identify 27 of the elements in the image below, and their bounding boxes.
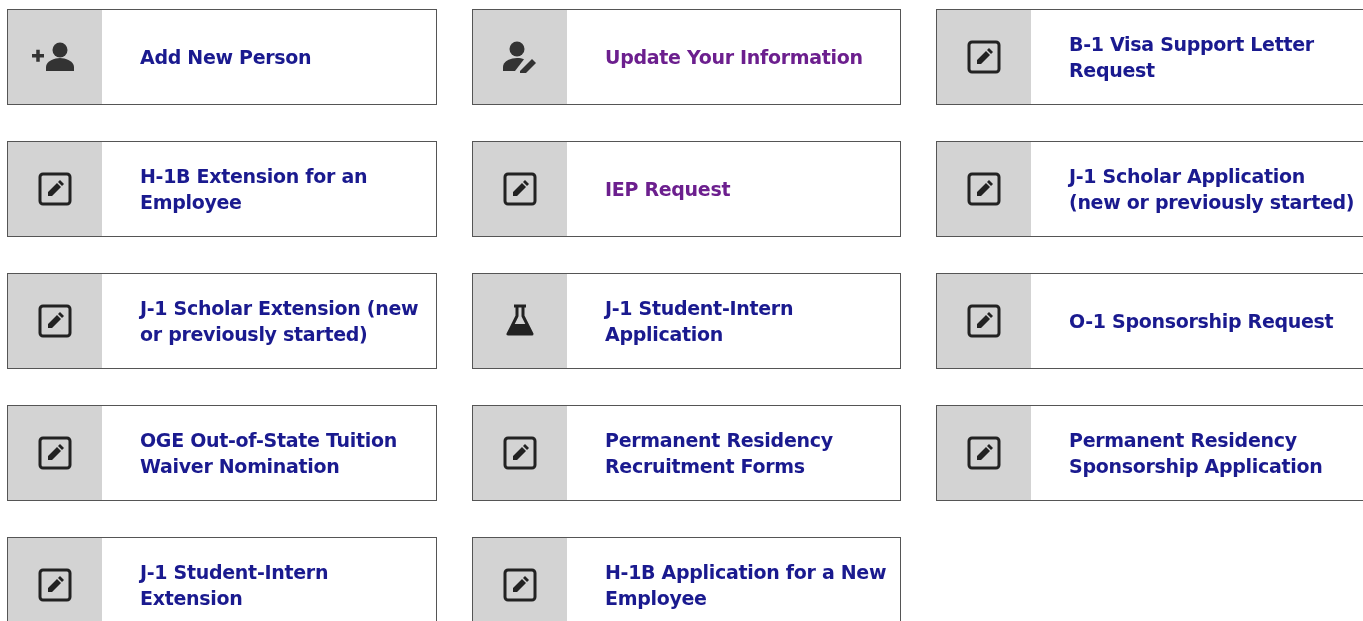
flask-icon (505, 304, 535, 338)
form-link-tile[interactable]: J-1 Scholar Extension (new or previously started) (7, 273, 437, 369)
form-link-tile[interactable]: Permanent Residency Sponsorship Application (936, 405, 1363, 501)
edit-icon (503, 436, 537, 470)
form-link-tile[interactable]: Permanent Residency Recruitment Forms (472, 405, 901, 501)
form-link-tile[interactable]: H-1B Extension for an Employee (7, 141, 437, 237)
edit-icon (967, 304, 1001, 338)
edit-icon (38, 568, 72, 602)
edit-icon (38, 304, 72, 338)
edit-icon (967, 436, 1001, 470)
form-link-tile[interactable]: H-1B Application for a New Employee (472, 537, 901, 621)
form-link-tile[interactable]: O-1 Sponsorship Request (936, 273, 1363, 369)
form-link-tile[interactable]: B-1 Visa Support Letter Request (936, 9, 1363, 105)
form-link-tile[interactable]: IEP Request (472, 141, 901, 237)
form-link-tile[interactable]: Add New Person (7, 9, 437, 105)
person-edit-icon (502, 41, 538, 73)
form-link-tile[interactable]: J-1 Student-Intern Extension (7, 537, 437, 621)
edit-icon (38, 172, 72, 206)
form-link-tile[interactable]: OGE Out-of-State Tuition Waiver Nomination (7, 405, 437, 501)
edit-icon (967, 172, 1001, 206)
edit-icon (503, 172, 537, 206)
edit-icon (967, 40, 1001, 74)
edit-icon (503, 568, 537, 602)
edit-icon (38, 436, 72, 470)
form-link-tile[interactable]: J-1 Student-Intern Application (472, 273, 901, 369)
form-link-tile[interactable]: Update Your Information (472, 9, 901, 105)
form-link-tile[interactable]: J-1 Scholar Application (new or previously started) (936, 141, 1363, 237)
